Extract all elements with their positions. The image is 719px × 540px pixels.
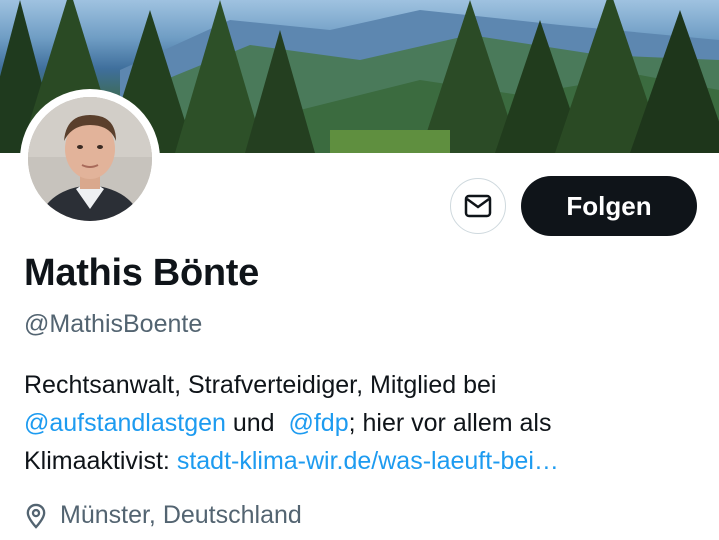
mention-aufstandlastgen[interactable]: @aufstandlastgen — [24, 409, 226, 437]
profile-name: Mathis Bönte — [24, 252, 259, 294]
location-pin-icon — [26, 503, 46, 529]
profile-photo — [28, 97, 152, 221]
location-text: Münster, Deutschland — [60, 501, 302, 529]
envelope-icon — [464, 194, 492, 218]
profile-location: Münster, Deutschland — [22, 501, 302, 530]
follow-button[interactable]: Folgen — [521, 176, 697, 236]
bio-line-2: @aufstandlastgen und @fdp; hier vor alle… — [24, 404, 704, 442]
message-button[interactable] — [450, 178, 506, 234]
bio-line-3: Klimaaktivist: stadt-klima-wir.de/was-la… — [24, 442, 704, 480]
bio-line-2-rest: ; hier vor allem als — [348, 409, 552, 437]
profile-handle: @MathisBoente — [24, 310, 203, 338]
bio-line-3-text: Klimaaktivist: — [24, 447, 177, 475]
avatar[interactable] — [28, 97, 152, 221]
mention-fdp[interactable]: @fdp — [288, 409, 348, 437]
bio-website-link[interactable]: stadt-klima-wir.de/was-laeuft-bei… — [177, 447, 559, 475]
bio-and-word: und — [232, 409, 275, 437]
profile-bio: Rechtsanwalt, Strafverteidiger, Mitglied… — [24, 366, 704, 480]
bio-line-1: Rechtsanwalt, Strafverteidiger, Mitglied… — [24, 371, 497, 399]
